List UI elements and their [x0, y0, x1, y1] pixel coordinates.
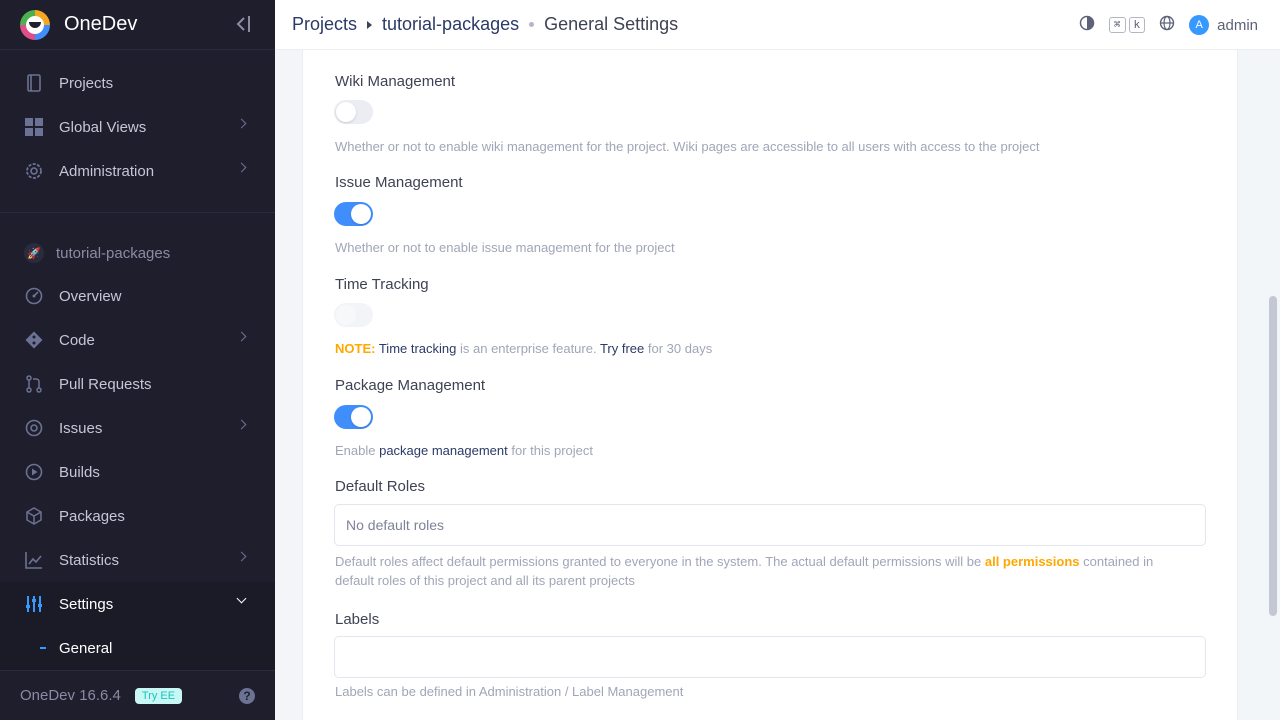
default-roles-hint: Default roles affect default permissions…	[335, 552, 1195, 590]
git-icon	[24, 330, 44, 350]
breadcrumb-separator-icon	[367, 20, 373, 29]
sidebar-item-pull-requests[interactable]: Pull Requests	[0, 362, 275, 406]
app-name: OneDev	[64, 13, 138, 35]
sidebar-item-code[interactable]: Code	[0, 318, 275, 362]
package-management-label: Package Management	[335, 377, 486, 394]
sidebar-item-statistics[interactable]: Statistics	[0, 538, 275, 582]
k-key: k	[1128, 17, 1146, 33]
command-palette-shortcut[interactable]: ⌘ k	[1108, 17, 1146, 33]
sidebar-item-label: Global Views	[59, 118, 147, 136]
topbar-actions: ⌘ k A admin	[1079, 15, 1258, 35]
sidebar-item-label: Code	[59, 331, 95, 349]
rocket-icon: 🚀	[24, 243, 44, 263]
note-label: NOTE:	[335, 341, 376, 356]
sidebar-item-builds[interactable]: Builds	[0, 450, 275, 494]
chevron-right-icon	[236, 419, 247, 430]
sidebar-item-issues[interactable]: Issues	[0, 406, 275, 450]
theme-toggle-icon[interactable]	[1079, 15, 1095, 35]
wiki-management-toggle[interactable]	[334, 100, 373, 124]
wiki-management-hint: Whether or not to enable wiki management…	[335, 139, 1040, 154]
labels-input[interactable]	[334, 636, 1206, 678]
pull-request-icon	[24, 374, 44, 394]
time-tracking-note: NOTE: Time tracking is an enterprise fea…	[335, 341, 712, 356]
sidebar-item-global-views[interactable]: Global Views	[0, 105, 275, 149]
sidebar-item-overview[interactable]: Overview	[0, 274, 275, 318]
wiki-management-label: Wiki Management	[335, 73, 456, 90]
sidebar-divider	[0, 212, 275, 213]
grid-icon	[24, 117, 44, 137]
avatar[interactable]: A	[1189, 15, 1210, 35]
breadcrumb-project[interactable]: tutorial-packages	[382, 14, 519, 35]
sidebar: OneDev Projects Global Views Administrat…	[0, 0, 275, 720]
sidebar-item-label: Issues	[59, 419, 103, 437]
breadcrumb-dot	[529, 22, 535, 27]
globe-icon[interactable]	[1159, 15, 1175, 35]
sidebar-item-settings[interactable]: Settings	[0, 582, 275, 626]
sidebar-subitem-label: General	[59, 639, 113, 657]
all-permissions-link[interactable]: all permissions	[985, 554, 1080, 569]
time-tracking-toggle[interactable]	[334, 303, 373, 327]
sidebar-item-projects[interactable]: Projects	[0, 61, 275, 105]
roles-hint-pre: Default roles affect default permissions…	[335, 554, 985, 569]
sidebar-item-label: Projects	[59, 74, 114, 92]
sidebar-item-label: Builds	[59, 463, 100, 481]
chevron-right-icon	[236, 118, 247, 129]
brand[interactable]: OneDev	[0, 0, 275, 50]
labels-hint: Labels can be defined in Administration …	[335, 684, 684, 699]
bullet-dash	[40, 647, 46, 649]
sidebar-item-label: Settings	[59, 595, 114, 613]
sidebar-subitem-general[interactable]: General	[0, 626, 275, 670]
package-management-link[interactable]: package management	[379, 443, 508, 458]
labels-label: Labels	[335, 611, 380, 628]
help-icon[interactable]: ?	[239, 688, 255, 704]
package-management-hint: Enable package management for this proje…	[335, 443, 593, 458]
breadcrumb-projects[interactable]: Projects	[292, 14, 357, 35]
sidebar-footer: OneDev 16.6.4 Try EE ?	[0, 670, 275, 720]
book-icon	[24, 73, 44, 93]
try-ee-badge[interactable]: Try EE	[134, 687, 183, 704]
sidebar-item-label: Statistics	[59, 551, 120, 569]
sidebar-item-label: Overview	[59, 287, 122, 305]
note-text: is an enterprise feature.	[456, 341, 600, 356]
version-label: OneDev 16.6.4	[20, 687, 121, 704]
note-end: for 30 days	[644, 341, 713, 356]
collapse-sidebar-icon[interactable]	[235, 14, 253, 39]
topbar: Projects tutorial-packages General Setti…	[275, 0, 1280, 50]
page-title: General Settings	[544, 14, 679, 34]
cmd-key: ⌘	[1108, 17, 1126, 33]
onedev-logo-icon	[20, 9, 50, 40]
gear-icon	[24, 161, 44, 181]
chart-icon	[24, 550, 44, 570]
scrollbar-thumb[interactable]	[1269, 296, 1277, 616]
time-tracking-label: Time Tracking	[335, 276, 429, 293]
issue-icon	[24, 418, 44, 438]
dashboard-icon	[24, 286, 44, 306]
default-roles-label: Default Roles	[335, 478, 426, 495]
chevron-right-icon	[236, 162, 247, 173]
sidebar-item-label: Packages	[59, 507, 125, 525]
hint-post: for this project	[507, 443, 594, 458]
play-icon	[24, 462, 44, 482]
chevron-down-icon	[236, 593, 247, 604]
package-icon	[24, 506, 44, 526]
default-roles-select[interactable]: No default roles	[334, 504, 1206, 546]
issue-management-toggle[interactable]	[334, 202, 373, 226]
sidebar-item-packages[interactable]: Packages	[0, 494, 275, 538]
package-management-toggle[interactable]	[334, 405, 373, 429]
sidebar-item-administration[interactable]: Administration	[0, 149, 275, 193]
project-name-label: tutorial-packages	[56, 244, 171, 262]
project-name[interactable]: 🚀 tutorial-packages	[24, 243, 170, 263]
chevron-right-icon	[236, 551, 247, 562]
time-tracking-link[interactable]: Time tracking	[379, 341, 457, 356]
hint-pre: Enable	[335, 443, 380, 458]
user-name[interactable]: admin	[1217, 17, 1258, 34]
sidebar-item-label: Administration	[59, 162, 155, 180]
try-free-link[interactable]: Try free	[600, 341, 644, 356]
chevron-right-icon	[236, 331, 247, 342]
issue-management-hint: Whether or not to enable issue managemen…	[335, 240, 675, 255]
sidebar-item-label: Pull Requests	[59, 375, 152, 393]
default-roles-placeholder: No default roles	[346, 517, 445, 533]
sliders-icon	[24, 594, 44, 614]
issue-management-label: Issue Management	[335, 174, 463, 191]
